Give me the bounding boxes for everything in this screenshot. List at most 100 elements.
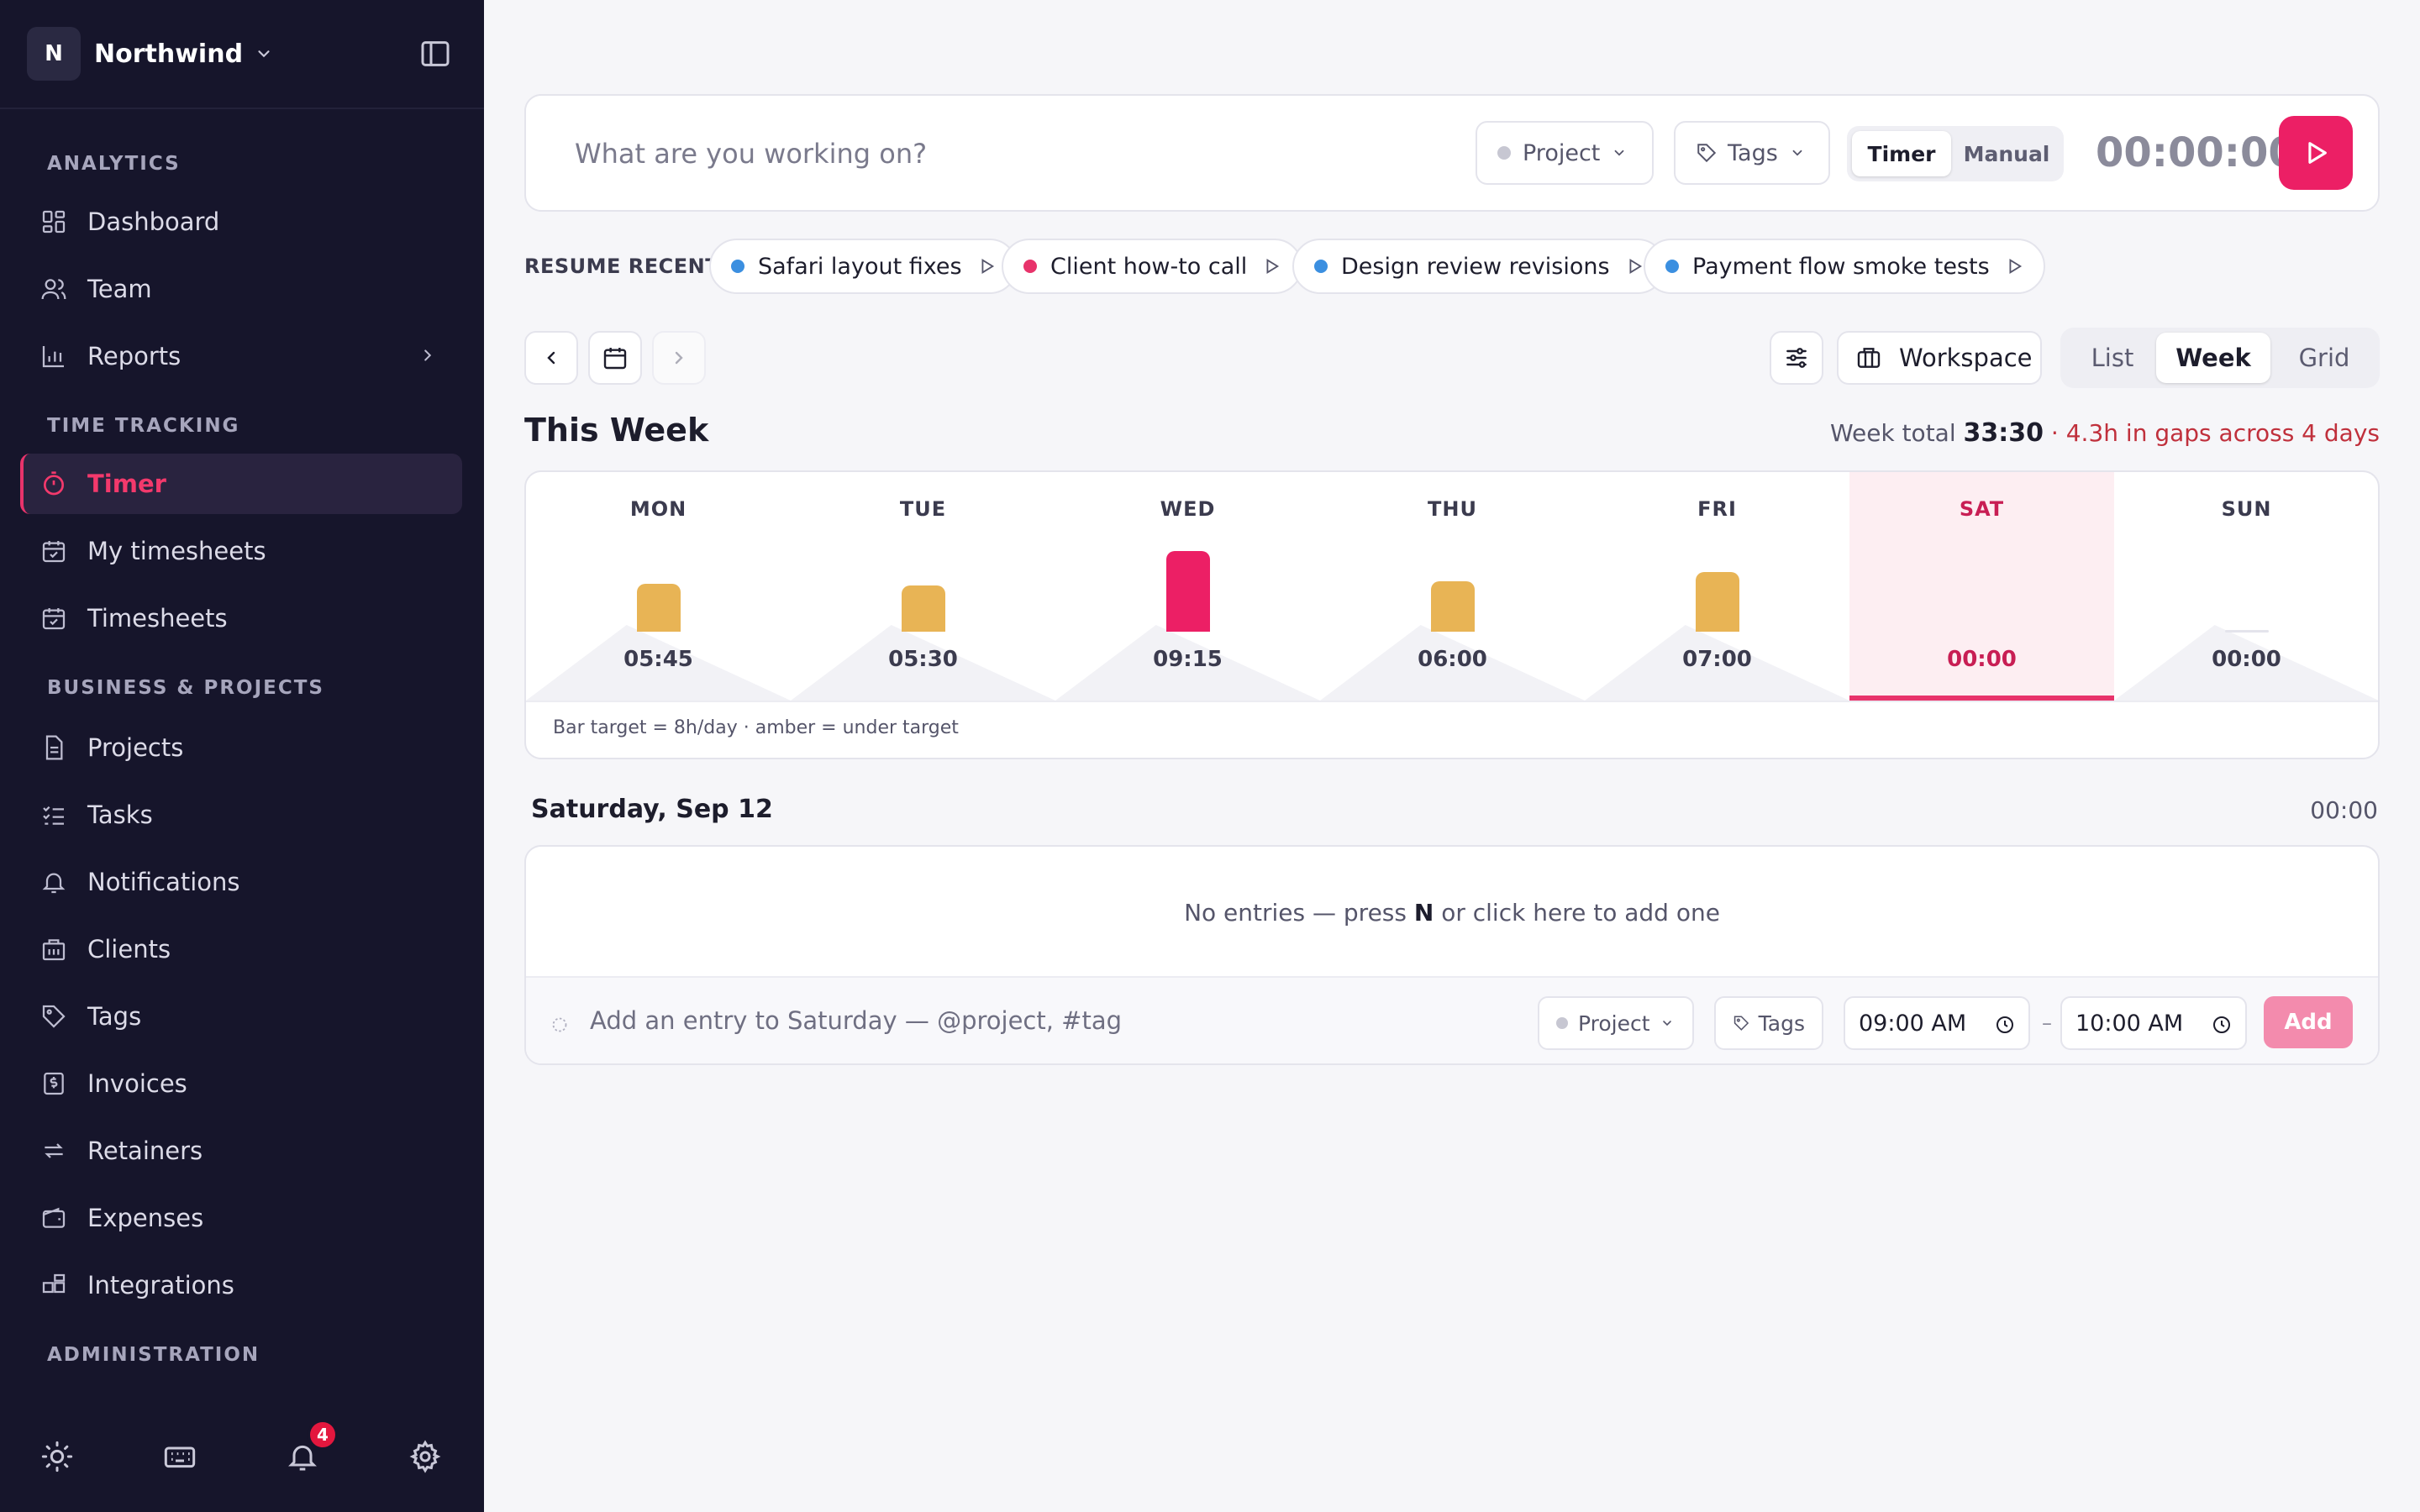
team-icon	[41, 279, 66, 300]
workspace-scope-button[interactable]: Workspace	[1837, 331, 2042, 385]
day-time: 07:00	[1682, 647, 1752, 672]
sidebar-item-tags[interactable]: Tags	[20, 986, 462, 1047]
play-icon	[1629, 259, 1642, 274]
sidebar-item-timesheets[interactable]: Timesheets	[20, 588, 462, 648]
sidebar-item-dashboard[interactable]: Dashboard	[20, 192, 462, 252]
entry-tags-select[interactable]: Tags	[1714, 996, 1823, 1050]
prev-week-button[interactable]	[524, 331, 578, 385]
bell-icon	[42, 873, 66, 894]
sidebar-item-tasks[interactable]: Tasks	[20, 785, 462, 845]
section-time-tracking: TIME TRACKING	[47, 415, 240, 437]
sidebar-footer	[0, 1423, 484, 1490]
sidebar-item-label: Invoices	[87, 1069, 187, 1098]
sidebar-item-clients[interactable]: Clients	[20, 919, 462, 979]
filter-button[interactable]	[1770, 331, 1823, 385]
day-column-fri[interactable]: FRI 07:00	[1585, 472, 1849, 701]
chevron-down-icon	[258, 50, 270, 58]
sidebar-item-timer[interactable]: Timer	[20, 454, 462, 514]
workspace-switcher[interactable]: N Northwind	[27, 27, 273, 81]
sidebar-item-projects[interactable]: Projects	[20, 717, 462, 778]
view-grid-tab[interactable]: Grid	[2274, 333, 2375, 383]
date-picker-button[interactable]	[588, 331, 642, 385]
loading-spinner-icon	[552, 1017, 567, 1032]
project-select[interactable]: Project	[1476, 121, 1654, 185]
project-color-dot	[1023, 260, 1037, 273]
day-heading: Saturday, Sep 12	[531, 795, 773, 824]
day-column-wed[interactable]: WED 09:15	[1055, 472, 1320, 701]
day-column-sat[interactable]: SAT 00:00	[1849, 472, 2114, 701]
keyboard-icon[interactable]	[163, 1440, 197, 1473]
sidebar-item-label: Tasks	[87, 801, 153, 829]
project-color-dot	[1556, 1017, 1568, 1029]
chevron-down-icon	[1614, 150, 1624, 156]
puzzle-icon	[42, 1273, 66, 1294]
day-label: WED	[1160, 497, 1216, 521]
add-entry-input[interactable]: Add an entry to Saturday — @project, #ta…	[590, 1006, 1122, 1035]
resume-chip[interactable]: Client how-to call	[1002, 239, 1303, 294]
add-entry-button[interactable]: Add	[2264, 996, 2353, 1048]
chevron-down-icon	[1792, 150, 1802, 156]
tag-icon	[42, 1005, 66, 1028]
sidebar-item-label: Team	[87, 275, 152, 303]
resume-chip[interactable]: Design review revisions	[1292, 239, 1665, 294]
sidebar-item-invoices[interactable]: Invoices	[20, 1053, 462, 1114]
day-column-tue[interactable]: TUE 05:30	[791, 472, 1055, 701]
day-label: TUE	[899, 497, 947, 521]
resume-chip-label: Client how-to call	[1050, 253, 1248, 280]
resume-recent-label: RESUME RECENT	[524, 255, 720, 278]
empty-state[interactable]: No entries — press N or click here to ad…	[526, 899, 2378, 927]
sidebar-item-expenses[interactable]: Expenses	[20, 1188, 462, 1248]
sidebar-item-label: Tags	[87, 1002, 142, 1031]
entry-project-label: Project	[1578, 1011, 1650, 1036]
day-time: 00:00	[1947, 647, 2017, 672]
chevron-left-icon	[547, 351, 555, 365]
mode-timer-button[interactable]: Timer	[1852, 131, 1951, 176]
sidebar-item-retainers[interactable]: Retainers	[20, 1121, 462, 1181]
sidebar-collapse-icon[interactable]	[418, 37, 452, 71]
entry-project-select[interactable]: Project	[1538, 996, 1694, 1050]
week-chart: MON 05:45 TUE 05:30 WED 09:15 THU 06:00 FRI 07:00…	[524, 470, 2380, 759]
tags-select[interactable]: Tags	[1674, 121, 1830, 185]
mode-toggle: Timer Manual	[1847, 126, 2064, 181]
workspace-name: Northwind	[94, 39, 244, 69]
start-timer-button[interactable]	[2279, 116, 2353, 190]
sliders-icon	[1786, 348, 1807, 368]
day-time: 00:00	[2212, 647, 2281, 672]
section-business-projects: BUSINESS & PROJECTS	[47, 677, 324, 699]
sidebar-item-my-timesheets[interactable]: My timesheets	[20, 521, 462, 581]
start-time-input[interactable]: 09:00 AM	[1844, 996, 2030, 1050]
project-color-dot	[731, 260, 744, 273]
resume-chip-label: Design review revisions	[1341, 253, 1610, 280]
sidebar-item-integrations[interactable]: Integrations	[20, 1255, 462, 1315]
sidebar-item-notifications[interactable]: Notifications	[20, 852, 462, 912]
sidebar-item-label: Timesheets	[87, 604, 228, 633]
timer-icon	[44, 471, 64, 496]
day-column-mon[interactable]: MON 05:45	[526, 472, 791, 701]
resume-chip[interactable]: Safari layout fixes	[709, 239, 1018, 294]
chevron-down-icon	[1662, 1021, 1671, 1026]
sidebar-item-reports[interactable]: Reports	[20, 326, 462, 386]
end-time-input[interactable]: 10:00 AM	[2060, 996, 2247, 1050]
view-list-tab[interactable]: List	[2065, 333, 2160, 383]
wallet-icon	[42, 1207, 66, 1228]
next-week-button[interactable]	[652, 331, 706, 385]
day-column-sun[interactable]: SUN 00:00	[2114, 472, 2378, 701]
resume-chip[interactable]: Payment flow smoke tests	[1644, 239, 2045, 294]
project-color-dot	[1314, 260, 1328, 273]
timer-clock: 00:00:00	[2096, 129, 2296, 176]
day-bar	[1165, 551, 1210, 632]
gear-icon[interactable]	[408, 1440, 442, 1473]
view-week-tab[interactable]: Week	[2156, 333, 2270, 383]
workspace-avatar: N	[27, 27, 81, 81]
calendar-icon	[42, 541, 66, 563]
day-bar-empty	[2224, 630, 2269, 633]
day-total: 00:00	[2310, 796, 2378, 824]
sun-icon[interactable]	[40, 1440, 74, 1473]
resume-chip-label: Payment flow smoke tests	[1692, 253, 1990, 280]
sidebar-item-label: Timer	[87, 470, 166, 498]
sidebar-item-label: Expenses	[87, 1204, 204, 1232]
day-column-thu[interactable]: THU 06:00	[1320, 472, 1585, 701]
description-input[interactable]: What are you working on?	[575, 138, 927, 170]
mode-manual-button[interactable]: Manual	[1954, 131, 2059, 176]
sidebar-item-team[interactable]: Team	[20, 259, 462, 319]
